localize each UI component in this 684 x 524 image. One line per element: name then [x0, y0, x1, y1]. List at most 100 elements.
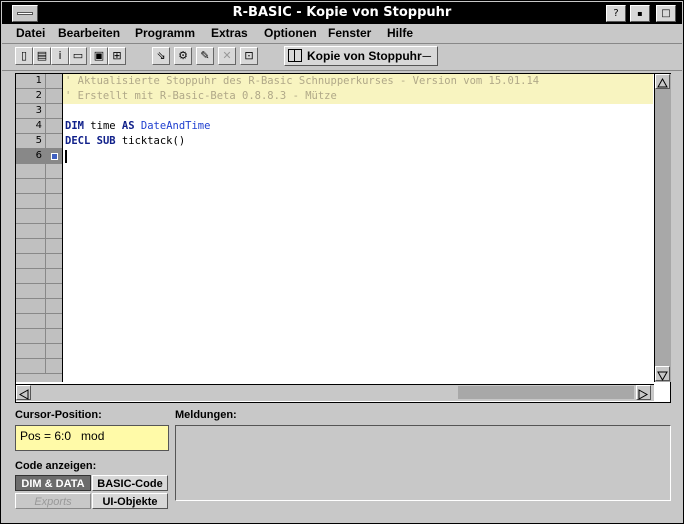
line-marker[interactable] — [46, 104, 62, 119]
current-line-marker-icon[interactable] — [46, 149, 62, 164]
line-marker-empty — [46, 164, 62, 179]
code-line-comment[interactable]: ' Aktualisierte Stoppuhr des R-Basic Sch… — [63, 74, 653, 89]
line-number-empty — [16, 344, 46, 359]
line-marker-empty — [46, 284, 62, 299]
minimize-icon: ▪ — [637, 9, 643, 18]
identifier: time — [90, 120, 116, 132]
horizontal-scrollbar[interactable] — [16, 384, 654, 401]
messages-label: Meldungen: — [175, 409, 237, 421]
line-number[interactable]: 1 — [16, 74, 46, 89]
line-marker-empty — [46, 254, 62, 269]
line-marker-empty — [46, 269, 62, 284]
keyword: SUB — [96, 135, 116, 147]
line-marker-empty — [46, 359, 62, 374]
help-icon: ? — [613, 8, 619, 19]
line-number[interactable]: 4 — [16, 119, 46, 134]
text-caret — [65, 149, 67, 163]
keyword: AS — [121, 120, 135, 132]
scroll-left-button[interactable] — [16, 385, 31, 400]
line-marker-empty — [46, 299, 62, 314]
document-window-icon — [288, 49, 302, 62]
line-number-empty — [16, 359, 46, 374]
code-view-label: Code anzeigen: — [15, 460, 97, 472]
dim-data-button[interactable]: DIM & DATA — [15, 475, 91, 491]
window-title: R-BASIC - Kopie von Stoppuhr — [232, 5, 452, 20]
ui-objects-button[interactable]: UI-Objekte — [92, 493, 168, 509]
code-line-comment[interactable]: ' Erstellt mit R-Basic-Beta 0.8.8.3 - Mü… — [63, 89, 653, 104]
exports-button[interactable]: Exports — [15, 493, 91, 509]
debug-icon[interactable]: ✎ — [196, 47, 214, 65]
window-icon[interactable]: ⊡ — [240, 47, 258, 65]
menu-optionen[interactable]: Optionen — [264, 26, 317, 40]
run-icon[interactable]: ⚙ — [174, 47, 192, 65]
code-editor[interactable]: 1 2 3 4 5 6 ' Aktualisierte Stoppuhr des… — [15, 73, 671, 403]
code-area[interactable]: ' Aktualisierte Stoppuhr des R-Basic Sch… — [63, 74, 653, 382]
scroll-up-icon — [657, 77, 668, 88]
menu-hilfe[interactable]: Hilfe — [387, 26, 413, 40]
horizontal-scroll-thumb[interactable] — [458, 386, 634, 399]
keyword: DIM — [65, 120, 84, 132]
line-marker[interactable] — [46, 74, 62, 89]
document-selector[interactable]: Kopie von Stoppuhr ─ — [284, 46, 438, 66]
open-icon[interactable]: ▤ — [33, 47, 51, 65]
messages-box[interactable] — [175, 425, 671, 501]
maximize-icon: □ — [661, 8, 671, 19]
line-marker-empty — [46, 329, 62, 344]
identifier: ticktack() — [121, 135, 186, 147]
cursor-position-display: Pos = 6:0 mod — [15, 425, 169, 451]
menu-programm[interactable]: Programm — [135, 26, 195, 40]
line-number-empty — [16, 314, 46, 329]
line-number-empty — [16, 179, 46, 194]
code-line[interactable]: DECL SUB ticktack() — [63, 134, 653, 149]
line-marker-empty — [46, 194, 62, 209]
menu-fenster[interactable]: Fenster — [328, 26, 371, 40]
line-number-gutter: 1 2 3 4 5 6 — [16, 74, 63, 382]
code-line-empty[interactable] — [63, 104, 653, 119]
line-marker-empty — [46, 344, 62, 359]
line-number-current[interactable]: 6 — [16, 149, 46, 164]
cursor-position-label: Cursor-Position: — [15, 409, 102, 421]
dropdown-arrow-icon: ─ — [422, 49, 431, 63]
menu-datei[interactable]: Datei — [16, 26, 45, 40]
line-number[interactable]: 5 — [16, 134, 46, 149]
line-number-empty — [16, 284, 46, 299]
menu-bearbeiten[interactable]: Bearbeiten — [58, 26, 120, 40]
line-marker-empty — [46, 314, 62, 329]
save-icon[interactable]: ▣ — [90, 47, 108, 65]
line-marker[interactable] — [46, 89, 62, 104]
line-number-empty — [16, 299, 46, 314]
minimize-button[interactable]: ▪ — [630, 5, 650, 22]
maximize-button[interactable]: □ — [656, 5, 676, 22]
info-icon[interactable]: i — [51, 47, 69, 65]
basic-code-button[interactable]: BASIC-Code — [92, 475, 168, 491]
compile-icon[interactable]: ⊞ — [108, 47, 126, 65]
line-marker-empty — [46, 224, 62, 239]
scroll-up-button[interactable] — [655, 74, 670, 89]
stop-icon[interactable]: ✕ — [218, 47, 236, 65]
line-marker-empty — [46, 239, 62, 254]
title-bar[interactable]: R-BASIC - Kopie von Stoppuhr ? ▪ □ — [2, 2, 682, 24]
line-marker[interactable] — [46, 134, 62, 149]
code-line[interactable]: DIM time AS DateAndTime — [63, 119, 653, 134]
new-icon[interactable]: ▯ — [15, 47, 33, 65]
scroll-right-button[interactable] — [636, 385, 651, 400]
line-marker-empty — [46, 179, 62, 194]
document-selector-label: Kopie von Stoppuhr — [307, 49, 422, 63]
scroll-down-icon — [657, 371, 668, 382]
line-marker[interactable] — [46, 119, 62, 134]
line-number[interactable]: 2 — [16, 89, 46, 104]
line-number-empty — [16, 254, 46, 269]
line-marker-empty — [46, 209, 62, 224]
code-line-current[interactable] — [63, 149, 653, 164]
scroll-down-button[interactable] — [655, 366, 670, 382]
menu-extras[interactable]: Extras — [211, 26, 248, 40]
vertical-scrollbar[interactable] — [654, 74, 671, 382]
type-name: DateAndTime — [140, 120, 211, 132]
line-number[interactable]: 3 — [16, 104, 46, 119]
menu-bar: Datei Bearbeiten Programm Extras Optione… — [2, 25, 682, 44]
main-window: R-BASIC - Kopie von Stoppuhr ? ▪ □ Datei… — [0, 0, 684, 524]
folder-icon[interactable]: ▭ — [69, 47, 87, 65]
help-button[interactable]: ? — [606, 5, 626, 22]
scroll-right-icon — [638, 389, 649, 400]
trace-icon[interactable]: ⇘ — [152, 47, 170, 65]
